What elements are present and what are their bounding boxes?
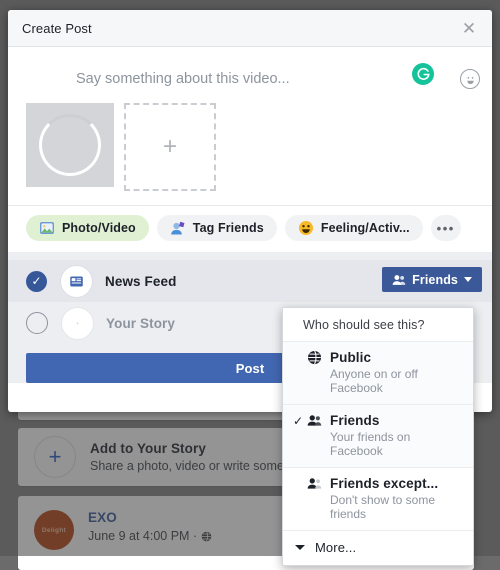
audience-your-story-label: Your Story <box>106 315 176 331</box>
chevron-down-icon <box>295 545 305 550</box>
grammarly-glyph <box>417 67 430 80</box>
globe-glyph <box>307 350 322 365</box>
attach-tag-friends-button[interactable]: Tag Friends <box>156 215 277 241</box>
privacy-more-button[interactable]: More... <box>283 531 473 565</box>
friends-except-icon <box>307 476 324 491</box>
globe-icon <box>307 350 324 365</box>
attach-photo-video-label: Photo/Video <box>62 221 136 235</box>
privacy-option-public[interactable]: Public Anyone on or off Facebook <box>283 342 473 405</box>
privacy-option-friends-except[interactable]: Friends except... Don't show to some fri… <box>283 468 473 531</box>
attach-photo-video-button[interactable]: Photo/Video <box>26 215 149 241</box>
privacy-public-title: Public <box>330 350 372 365</box>
privacy-friends-check-icon: ✓ <box>293 413 304 428</box>
radio-unselected-icon[interactable] <box>26 312 48 334</box>
your-story-icon <box>62 307 93 339</box>
plus-icon: + <box>162 133 177 160</box>
grammarly-icon[interactable] <box>412 63 434 85</box>
audience-option-news-feed[interactable]: ✓ News Feed Friends <box>8 260 492 302</box>
privacy-friends-subtitle: Your friends on Facebook <box>330 430 411 458</box>
smiley-glyph <box>466 76 474 84</box>
privacy-public-subtitle: Anyone on or off Facebook <box>330 367 418 395</box>
privacy-dropdown-menu: Who should see this? Public Anyone on or… <box>282 307 474 566</box>
radio-selected-icon[interactable]: ✓ <box>26 270 47 292</box>
attachment-options-row: Photo/Video Tag Friends Feeling/Activ...… <box>8 205 492 250</box>
friends-icon <box>307 413 324 428</box>
tag-friends-icon <box>170 221 185 235</box>
news-feed-glyph <box>70 276 83 286</box>
privacy-friends-title: Friends <box>330 413 380 428</box>
chevron-down-icon <box>464 277 472 282</box>
news-feed-icon <box>61 265 92 297</box>
privacy-friends-except-subtitle: Don't show to some friends <box>330 493 436 521</box>
composer-area: Say something about this video... <box>8 47 492 89</box>
friends-icon <box>392 274 406 285</box>
photo-video-icon <box>40 222 54 234</box>
privacy-selector-button[interactable]: Friends <box>382 267 482 292</box>
privacy-more-label: More... <box>315 540 357 555</box>
privacy-menu-heading: Who should see this? <box>283 308 473 342</box>
upload-spinner-icon <box>39 114 101 176</box>
feeling-activity-icon <box>298 221 313 235</box>
friends-glyph <box>307 415 322 426</box>
your-story-glyph <box>76 322 79 324</box>
attach-feeling-activity-button[interactable]: Feeling/Activ... <box>284 215 423 241</box>
privacy-friends-except-title: Friends except... <box>330 476 439 491</box>
video-thumbnail-uploading[interactable] <box>26 103 114 187</box>
close-icon[interactable]: ✕ <box>458 17 480 39</box>
audience-news-feed-label: News Feed <box>105 273 177 289</box>
post-text-input[interactable]: Say something about this video... <box>26 65 474 87</box>
privacy-option-friends[interactable]: ✓ Friends Your friends on Facebook <box>283 405 473 468</box>
add-more-media-button[interactable]: + <box>124 103 216 191</box>
privacy-selector-label: Friends <box>412 272 458 287</box>
friends-except-glyph <box>307 478 322 489</box>
attach-tag-friends-label: Tag Friends <box>192 221 264 235</box>
emoji-smiley-icon[interactable] <box>460 69 480 89</box>
attach-more-options-button[interactable]: ••• <box>430 215 461 241</box>
attach-feeling-activity-label: Feeling/Activ... <box>320 221 410 235</box>
page-title: Create Post <box>22 20 92 36</box>
dialog-header: Create Post ✕ <box>8 10 492 47</box>
media-strip: + <box>8 87 492 205</box>
